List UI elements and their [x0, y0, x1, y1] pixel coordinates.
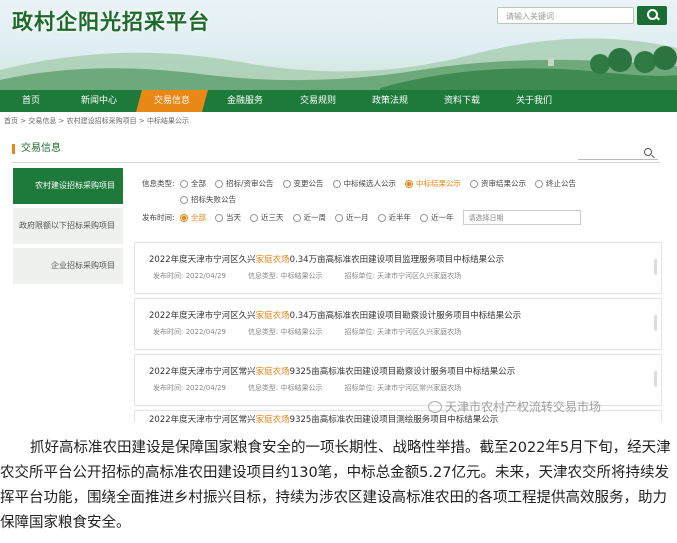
item-scroll-marker	[654, 259, 657, 275]
date-picker-input[interactable]: 请选择日期	[462, 210, 581, 225]
info-type-termination[interactable]: 终止公告	[535, 178, 576, 189]
nav-rules[interactable]: 交易规则	[282, 90, 354, 112]
item-title[interactable]: 2022年度天津市宁河区常兴家庭农场9325亩高标准农田建设项目勘察设计服务项目…	[149, 365, 515, 377]
search-input[interactable]: 请输入关键词	[497, 7, 634, 24]
item-meta: 发布时间: 2022/04/29 信息类型: 中标结果公示 招标单位: 天津市宁河区…	[153, 272, 462, 280]
info-type-label: 信息类型:	[142, 179, 175, 188]
sidebar-item-rural-construction[interactable]: 农村建设招标采购项目	[13, 168, 123, 204]
time-label: 发布时间:	[142, 213, 175, 222]
divider	[12, 162, 660, 163]
time-year[interactable]: 近一年	[420, 212, 454, 223]
panel-title: 交易信息	[12, 144, 61, 154]
time-halfyear[interactable]: 近半年	[377, 212, 411, 223]
item-meta: 发布时间: 2022/04/29 信息类型: 中标结果公示 招标单位: 天津市宁河区…	[153, 328, 462, 336]
info-type-failed[interactable]: 招标失败公告	[180, 194, 236, 205]
item-meta: 发布时间: 2022/04/29 信息类型: 中标结果公示 招标单位: 天津市宁河区…	[153, 384, 462, 392]
info-type-filter-row2: 招标失败公告	[180, 194, 245, 205]
breadcrumb: 首页 > 交易信息 > 农村建设招标采购项目 > 中标结果公示	[4, 117, 189, 125]
item-scroll-marker	[654, 315, 657, 331]
article-paragraph: 抓好高标准农田建设是保障国家粮食安全的一项长期性、战略性举措。截至2022年5月…	[0, 440, 671, 531]
trade-info-panel: 交易信息 农村建设招标采购项目 政府限额以下招标采购项目 企业招标采购项目 信息…	[4, 132, 670, 425]
nav-policy[interactable]: 政策法规	[354, 90, 426, 112]
nav-about[interactable]: 关于我们	[498, 90, 570, 112]
time-filter: 发布时间: 全部 当天 近三天 近一周 近一月 近半年 近一年 请选择日期	[142, 210, 581, 225]
article-body: 抓好高标准农田建设是保障国家粮食安全的一项长期性、战略性举措。截至2022年5月…	[0, 436, 677, 536]
sidebar-item-government-procurement[interactable]: 政府限额以下招标采购项目	[13, 208, 123, 244]
nav-news[interactable]: 新闻中心	[62, 90, 136, 112]
info-type-tender[interactable]: 招标/资审公告	[215, 178, 274, 189]
nav-trade-info[interactable]: 交易信息	[136, 90, 208, 112]
wechat-icon	[428, 400, 442, 413]
time-all[interactable]: 全部	[180, 212, 206, 223]
site-title: 政村企阳光招采平台	[12, 10, 210, 34]
nav-home[interactable]: 首页	[0, 90, 62, 112]
info-type-result[interactable]: 中标结果公示	[405, 178, 461, 189]
info-type-filter: 信息类型: 全部 招标/资审公告 变更公告 中标候选人公示 中标结果公示 资审结…	[142, 178, 585, 189]
list-item[interactable]: 2022年度天津市宁河区久兴家庭农场0.34万亩高标准农田建设项目勘察设计服务项…	[134, 298, 662, 350]
list-item[interactable]: 2022年度天津市宁河区久兴家庭农场0.34万亩高标准农田建设项目监理服务项目中…	[134, 242, 662, 294]
time-month[interactable]: 近一月	[335, 212, 369, 223]
header-banner: 政村企阳光招采平台 请输入关键词	[0, 0, 677, 90]
nav-finance[interactable]: 金融服务	[208, 90, 282, 112]
item-scroll-marker	[654, 371, 657, 387]
item-title[interactable]: 2022年度天津市宁河区久兴家庭农场0.34万亩高标准农田建设项目勘察设计服务项…	[149, 309, 521, 321]
info-type-qualification[interactable]: 资审结果公示	[470, 178, 526, 189]
item-title[interactable]: 2022年度天津市宁河区久兴家庭农场0.34万亩高标准农田建设项目监理服务项目中…	[149, 253, 504, 265]
panel-search-icon[interactable]	[578, 146, 658, 160]
time-week[interactable]: 近一周	[292, 212, 326, 223]
info-type-all[interactable]: 全部	[180, 178, 206, 189]
search-button[interactable]	[637, 6, 667, 25]
time-today[interactable]: 当天	[215, 212, 241, 223]
watermark: 天津市农村产权流转交易市场	[428, 398, 601, 415]
time-3days[interactable]: 近三天	[250, 212, 284, 223]
nav-downloads[interactable]: 资料下载	[426, 90, 498, 112]
sidebar-item-enterprise-procurement[interactable]: 企业招标采购项目	[13, 248, 123, 284]
main-nav: 首页 新闻中心 交易信息 金融服务 交易规则 政策法规 资料下载 关于我们	[0, 90, 677, 112]
info-type-candidate[interactable]: 中标候选人公示	[332, 178, 396, 189]
info-type-change[interactable]: 变更公告	[282, 178, 324, 189]
